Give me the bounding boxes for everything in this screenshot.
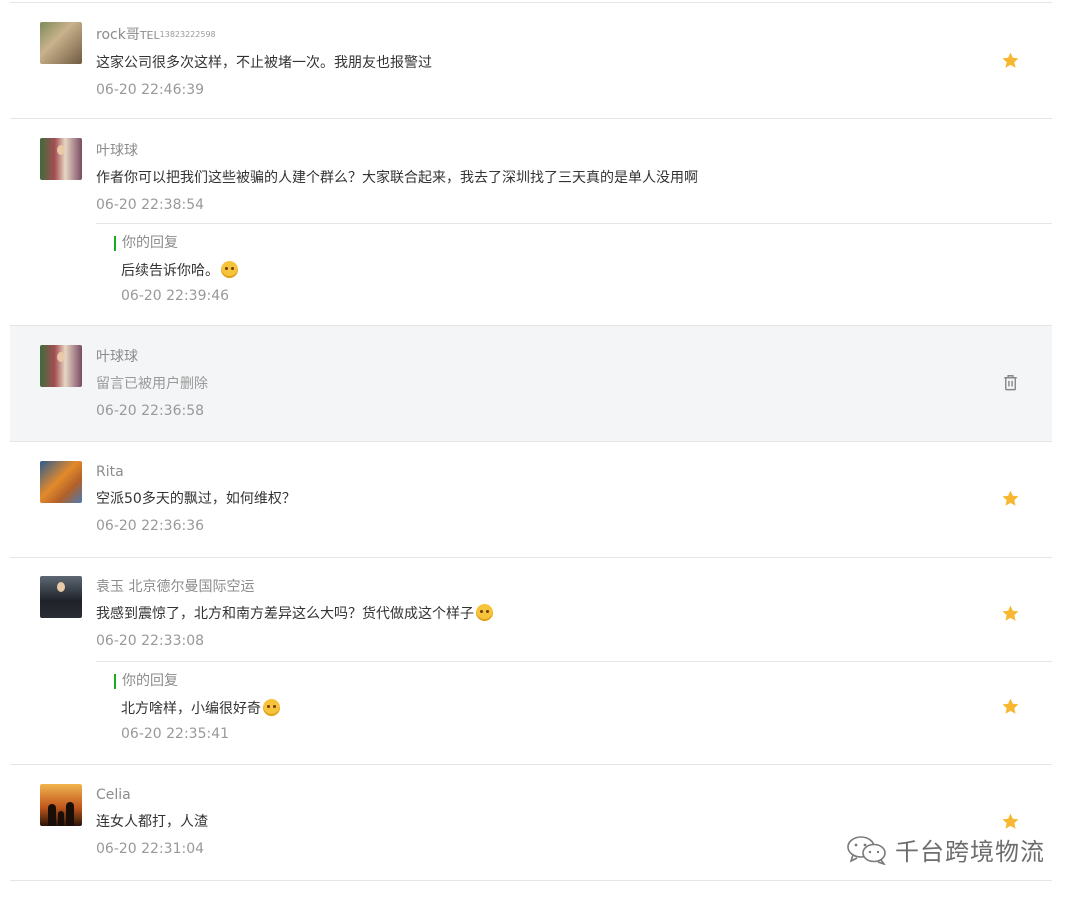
- reply-time: 06-20 22:35:41: [121, 726, 230, 742]
- reply-time: 06-20 22:39:46: [121, 288, 230, 304]
- trash-icon[interactable]: [1001, 373, 1020, 392]
- wechat-icon: [847, 835, 886, 865]
- avatar[interactable]: [40, 138, 82, 180]
- reply-text: 北方啥样，小编很好奇: [121, 699, 280, 719]
- comment-item: Rita 空派50多天的飘过，如何维权？ 06-20 22:36:36: [10, 442, 1052, 558]
- reply-label: 你的回复: [114, 674, 178, 689]
- nickname: Celia: [96, 787, 131, 803]
- avatar[interactable]: [40, 576, 82, 618]
- pleading-emoji: [476, 604, 493, 621]
- nickname: rock哥TEL13823222598: [96, 27, 216, 43]
- comment-text: 留言已被用户删除: [96, 376, 208, 392]
- author-reply: 你的回复 后续告诉你哈。 06-20 22:39:46: [96, 223, 1052, 326]
- comment-item: 叶球球 作者你可以把我们这些被骗的人建个群么？大家联合起来，我去了深圳找了三天真…: [10, 119, 1052, 326]
- nickname: 叶球球: [96, 143, 138, 159]
- comment-time: 06-20 22:36:58: [96, 403, 205, 419]
- comment-time: 06-20 22:38:54: [96, 197, 205, 213]
- nickname: 袁玉 北京德尔曼国际空运: [96, 579, 255, 595]
- comment-text: 我感到震惊了，北方和南方差异这么大吗？货代做成这个样子: [96, 604, 972, 624]
- reply-text: 后续告诉你哈。: [121, 261, 238, 281]
- star-icon[interactable]: [1001, 604, 1020, 623]
- comment-item: 袁玉 北京德尔曼国际空运 我感到震惊了，北方和南方差异这么大吗？货代做成这个样子…: [10, 558, 1052, 765]
- watermark-text: 千台跨境物流: [895, 838, 1045, 866]
- reply-star-icon[interactable]: [1001, 697, 1020, 716]
- comment-time: 06-20 22:33:08: [96, 633, 205, 649]
- smile-emoji: [221, 261, 238, 278]
- comment-time: 06-20 22:31:04: [96, 841, 205, 857]
- comment-text: 连女人都打，人渣: [96, 814, 208, 830]
- reply-label: 你的回复: [114, 236, 178, 251]
- comment-text: 作者你可以把我们这些被骗的人建个群么？大家联合起来，我去了深圳找了三天真的是单人…: [96, 170, 698, 186]
- nickname: Rita: [96, 464, 124, 480]
- author-reply: 你的回复 北方啥样，小编很好奇 06-20 22:35:41: [96, 661, 1052, 765]
- comment-item: rock哥TEL13823222598 这家公司很多次这样，不止被堵一次。我朋友…: [10, 3, 1052, 119]
- avatar[interactable]: [40, 461, 82, 503]
- avatar[interactable]: [40, 22, 82, 64]
- comment-time: 06-20 22:36:36: [96, 518, 205, 534]
- comment-text: 空派50多天的飘过，如何维权？: [96, 491, 296, 507]
- star-icon[interactable]: [1001, 489, 1020, 508]
- nickname: 叶球球: [96, 349, 138, 365]
- avatar[interactable]: [40, 784, 82, 826]
- comment-time: 06-20 22:46:39: [96, 82, 205, 98]
- comment-item-deleted: 叶球球 留言已被用户删除 06-20 22:36:58: [10, 326, 1052, 442]
- heart-eyes-emoji: [263, 699, 280, 716]
- comment-text: 这家公司很多次这样，不止被堵一次。我朋友也报警过: [96, 55, 432, 71]
- star-icon[interactable]: [1001, 812, 1020, 831]
- avatar[interactable]: [40, 345, 82, 387]
- watermark: 千台跨境物流: [845, 832, 1045, 867]
- star-icon[interactable]: [1001, 51, 1020, 70]
